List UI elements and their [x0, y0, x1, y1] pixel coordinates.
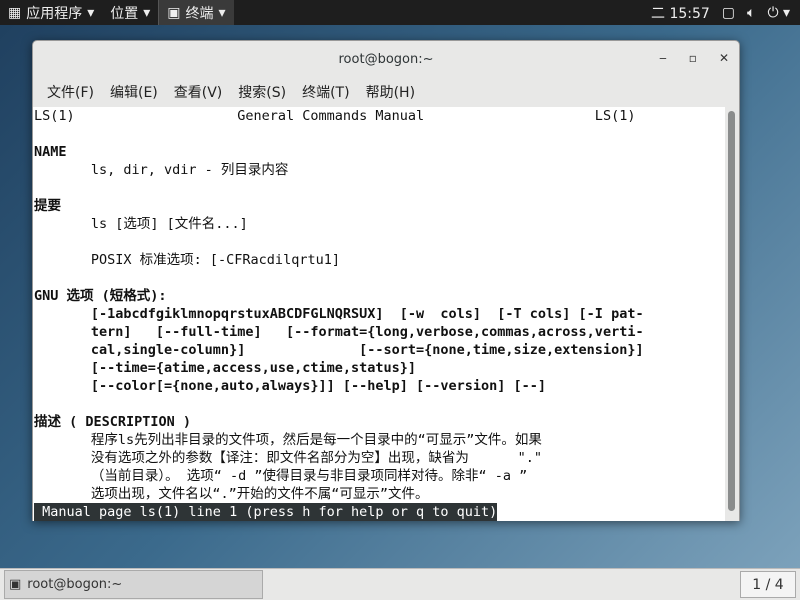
terminal-line: LS(1) General Commands Manual LS(1) — [34, 108, 636, 124]
terminal-icon: ▣ — [167, 4, 181, 21]
terminal-line: POSIX 标准选项: [-CFRacdilqrtu1] — [34, 252, 340, 268]
terminal-line: ls [选项] [文件名...] — [34, 216, 248, 232]
power-icon[interactable]: ⏻ ▾ — [767, 5, 790, 21]
volume-icon[interactable]: 🔈︎ — [747, 5, 755, 21]
menu-item[interactable]: 查看(V) — [166, 82, 231, 102]
applications-menu[interactable]: ▦ 应用程序 ▾ — [0, 0, 102, 25]
close-button[interactable]: ✕ — [719, 51, 729, 65]
chevron-down-icon: ▾ — [218, 4, 226, 21]
apps-icon: ▦ — [8, 4, 22, 21]
terminal-menu[interactable]: ▣ 终端 ▾ — [158, 0, 234, 25]
pager-status: Manual page ls(1) line 1 (press h for he… — [34, 503, 498, 521]
terminal-line: ls, dir, vdir - 列目录内容 — [34, 162, 289, 178]
top-panel: ▦ 应用程序 ▾ 位置 ▾ ▣ 终端 ▾ 二 15:57 ▢ 🔈︎ ⏻ ▾ — [0, 0, 800, 25]
chevron-down-icon: ▾ — [87, 4, 95, 21]
menu-item[interactable]: 编辑(E) — [102, 82, 166, 102]
workspace-switcher[interactable]: 1 / 4 — [740, 571, 796, 598]
menu-item[interactable]: 搜索(S) — [230, 82, 294, 102]
scrollbar-thumb[interactable] — [728, 111, 735, 511]
screen-icon[interactable]: ▢ — [722, 5, 735, 21]
terminal-line: tern] [--full-time] [--format={long,verb… — [34, 324, 644, 340]
title-bar[interactable]: root@bogon:~ ‒ ▫ ✕ — [33, 41, 739, 77]
terminal-line: 描述 ( DESCRIPTION ) — [34, 414, 192, 430]
maximize-button[interactable]: ▫ — [689, 51, 697, 65]
bottom-panel: ▣ root@bogon:~ 1 / 4 — [0, 568, 800, 600]
terminal-window: root@bogon:~ ‒ ▫ ✕ 文件(F) 编辑(E) 查看(V) 搜索(S) 终端(… — [32, 40, 740, 521]
minimize-button[interactable]: ‒ — [659, 51, 667, 65]
taskbar-item-terminal[interactable]: ▣ root@bogon:~ — [4, 570, 263, 599]
menu-bar: 文件(F) 编辑(E) 查看(V) 搜索(S) 终端(T) 帮助(H) — [33, 77, 739, 107]
clock[interactable]: 二 15:57 — [651, 3, 710, 23]
terminal-line: cal,single-column}] [--sort={none,time,s… — [34, 342, 644, 358]
terminal-line: [--time={atime,access,use,ctime,status}] — [34, 360, 417, 376]
terminal-line: 没有选项之外的参数【译注：即文件名部分为空】出现，缺省为 "." — [34, 450, 543, 466]
terminal-line: 选项出现，文件名以“.”开始的文件不属“可显示”文件。 — [34, 486, 429, 502]
menu-item[interactable]: 文件(F) — [39, 82, 102, 102]
terminal-line: NAME — [34, 144, 67, 160]
chevron-down-icon: ▾ — [143, 4, 151, 21]
terminal-icon: ▣ — [9, 577, 22, 592]
window-title: root@bogon:~ — [338, 51, 434, 67]
terminal-content[interactable]: LS(1) General Commands Manual LS(1) NAME … — [33, 107, 727, 521]
terminal-line: [--color[={none,auto,always}]] [--help] … — [34, 378, 547, 394]
terminal-line: [-1abcdfgiklmnopqrstuxABCDFGLNQRSUX] [-w… — [34, 306, 644, 322]
terminal-line: 程序ls先列出非目录的文件项，然后是每一个目录中的“可显示”文件。如果 — [34, 432, 542, 448]
scrollbar[interactable] — [725, 107, 739, 521]
menu-item[interactable]: 帮助(H) — [358, 82, 423, 102]
terminal-line: （当前目录）。 选项“ -d ”使得目录与非目录项同样对待。除非“ -a ” — [34, 468, 528, 484]
places-menu[interactable]: 位置 ▾ — [102, 0, 158, 25]
terminal-line: GNU 选项 (短格式): — [34, 288, 167, 304]
menu-item[interactable]: 终端(T) — [294, 82, 357, 102]
terminal-line: 提要 — [34, 198, 61, 214]
